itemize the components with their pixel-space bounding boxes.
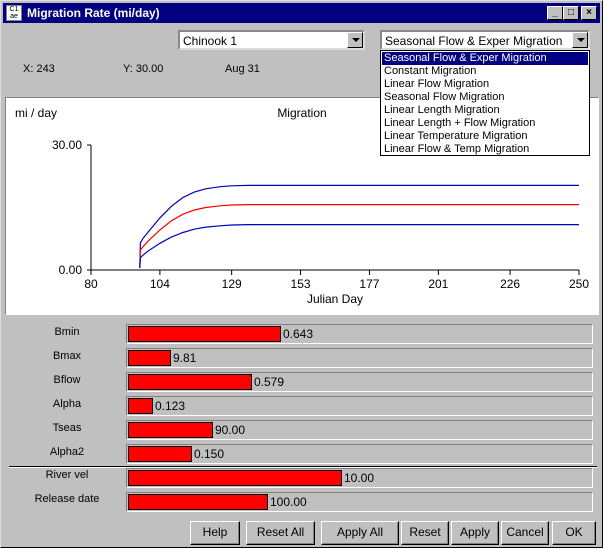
- x-tick-label: 104: [150, 277, 170, 291]
- param-slider-fill[interactable]: [128, 398, 153, 414]
- param-slider[interactable]: 90.00: [126, 420, 593, 440]
- model-dropdown-list[interactable]: Seasonal Flow & Exper Migration Constant …: [380, 50, 590, 156]
- dropdown-option[interactable]: Linear Temperature Migration: [382, 130, 588, 143]
- series-line: [139, 203, 579, 268]
- minimize-icon: _: [552, 7, 558, 18]
- param-slider[interactable]: 9.81: [126, 348, 593, 368]
- param-slider-fill[interactable]: [128, 446, 192, 462]
- param-slider[interactable]: 0.123: [126, 396, 593, 416]
- migration-rate-window: C1 ae Migration Rate (mi/day) _ □ × Chin…: [0, 0, 603, 548]
- param-value: 0.579: [254, 375, 285, 389]
- param-slider-fill[interactable]: [128, 470, 342, 486]
- dropdown-option[interactable]: Linear Length Migration: [382, 104, 588, 117]
- param-slider-fill[interactable]: [128, 494, 268, 510]
- minimize-button[interactable]: _: [547, 6, 563, 20]
- chart-title: Migration: [277, 106, 326, 120]
- app-icon[interactable]: C1 ae: [6, 5, 22, 21]
- y-axis-label: mi / day: [15, 106, 57, 120]
- y-readout: Y: 30.00: [123, 63, 164, 75]
- ok-button[interactable]: OK: [552, 521, 596, 545]
- title-bar[interactable]: C1 ae Migration Rate (mi/day) _ □ ×: [3, 3, 600, 23]
- y-tick-label: 30.00: [52, 138, 82, 152]
- x-readout: X: 243: [23, 63, 55, 75]
- maximize-button[interactable]: □: [563, 6, 579, 20]
- dropdown-option[interactable]: Linear Flow & Temp Migration: [382, 143, 588, 156]
- app-icon-text: C1 ae: [9, 6, 19, 20]
- dropdown-option[interactable]: Seasonal Flow Migration: [382, 91, 588, 104]
- model-select[interactable]: Seasonal Flow & Exper Migration: [380, 30, 590, 50]
- param-slider[interactable]: 0.579: [126, 372, 593, 392]
- param-label: Bmin: [54, 326, 80, 338]
- x-tick-label: 153: [291, 277, 311, 291]
- param-value: 0.150: [194, 447, 225, 461]
- param-slider-fill[interactable]: [128, 374, 252, 390]
- help-button[interactable]: Help: [190, 521, 240, 545]
- param-label: Tseas: [52, 422, 82, 434]
- param-label: River vel: [45, 469, 89, 481]
- param-slider-fill[interactable]: [128, 326, 281, 342]
- cancel-button[interactable]: Cancel: [501, 521, 549, 545]
- param-value: 10.00: [344, 471, 375, 485]
- param-value: 100.00: [270, 495, 307, 509]
- model-select-value: Seasonal Flow & Exper Migration: [385, 34, 563, 48]
- param-label: Alpha2: [49, 446, 85, 458]
- param-label: Release date: [34, 493, 100, 505]
- apply-all-button[interactable]: Apply All: [321, 521, 399, 545]
- x-axis-label: Julian Day: [307, 292, 363, 306]
- param-value: 0.643: [283, 327, 314, 341]
- param-slider-fill[interactable]: [128, 350, 171, 366]
- param-slider[interactable]: 0.150: [126, 444, 593, 464]
- apply-button[interactable]: Apply: [451, 521, 499, 545]
- param-value: 9.81: [173, 351, 197, 365]
- dropdown-option[interactable]: Linear Length + Flow Migration: [382, 117, 588, 130]
- param-value: 90.00: [215, 423, 246, 437]
- separator: [9, 466, 597, 468]
- date-readout: Aug 31: [225, 63, 260, 75]
- x-tick-label: 80: [84, 277, 98, 291]
- param-label: Bflow: [53, 374, 81, 386]
- param-label: Bmax: [52, 350, 82, 362]
- y-tick-label: 0.00: [59, 263, 83, 277]
- x-tick-label: 177: [359, 277, 379, 291]
- param-slider[interactable]: 0.643: [126, 324, 593, 344]
- x-tick-label: 201: [428, 277, 448, 291]
- param-slider[interactable]: 100.00: [126, 492, 593, 512]
- window-title: Migration Rate (mi/day): [27, 6, 160, 20]
- reset-button[interactable]: Reset: [401, 521, 449, 545]
- dropdown-option[interactable]: Constant Migration: [382, 65, 588, 78]
- param-slider[interactable]: 10.00: [126, 468, 593, 488]
- param-slider-fill[interactable]: [128, 422, 213, 438]
- series-line: [139, 223, 579, 268]
- stock-select-value: Chinook 1: [183, 34, 238, 48]
- x-tick-label: 226: [500, 277, 520, 291]
- chevron-down-icon[interactable]: [347, 32, 363, 48]
- close-button[interactable]: ×: [581, 6, 597, 20]
- close-icon: ×: [586, 7, 592, 18]
- stock-select[interactable]: Chinook 1: [178, 30, 365, 50]
- dropdown-option[interactable]: Seasonal Flow & Exper Migration: [382, 52, 588, 65]
- reset-all-button[interactable]: Reset All: [246, 521, 315, 545]
- x-tick-label: 129: [222, 277, 242, 291]
- chevron-down-icon[interactable]: [572, 32, 588, 48]
- maximize-icon: □: [567, 7, 575, 18]
- param-label: Alpha: [52, 398, 82, 410]
- param-value: 0.123: [155, 399, 186, 413]
- dropdown-option[interactable]: Linear Flow Migration: [382, 78, 588, 91]
- x-tick-label: 250: [569, 277, 589, 291]
